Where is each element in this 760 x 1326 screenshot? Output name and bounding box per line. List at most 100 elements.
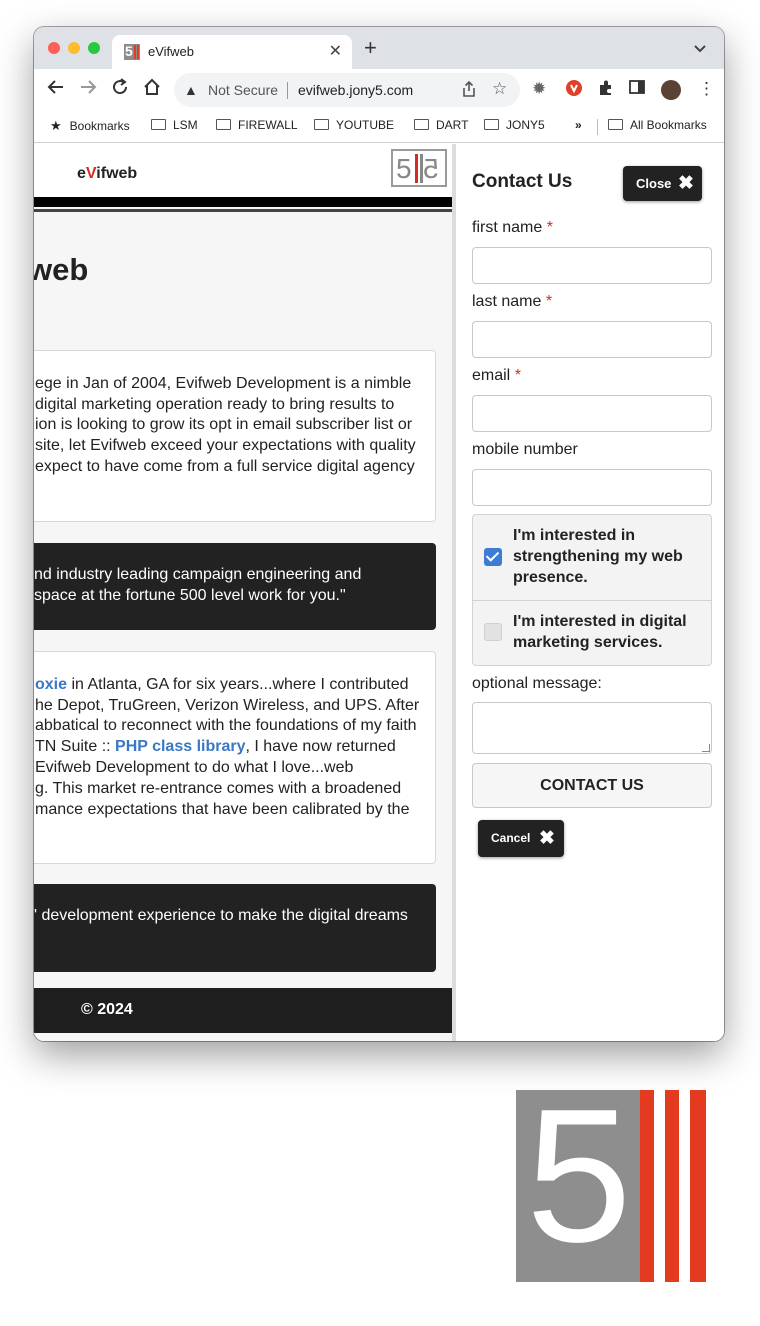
quote-line: space at the fortune 500 level work for … [34, 587, 346, 604]
address-bar[interactable]: ▲ Not Secure evifweb.jony5.com ☆ [174, 73, 520, 107]
bio-line: abbatical to reconnect with the foundati… [35, 717, 417, 734]
extension-adblock-icon[interactable] [565, 79, 583, 102]
intro-line: site, let Evifweb exceed your expectatio… [35, 437, 416, 454]
site-footer: © 2024 [34, 988, 452, 1033]
bio-link-moxie[interactable]: oxie [35, 676, 67, 693]
bookmark-folder-jony5[interactable]: JONY5 [484, 118, 545, 132]
tab-strip: 5 eVifweb ✕ + [34, 27, 724, 69]
tab-title: eVifweb [148, 44, 195, 59]
contact-us-submit-button[interactable]: CONTACT US [472, 763, 712, 808]
email-field[interactable] [472, 395, 712, 432]
close-tab-icon[interactable]: ✕ [329, 41, 342, 61]
web-presence-option[interactable]: I'm interested in strengthening my web p… [473, 515, 711, 600]
browser-window: 5 eVifweb ✕ + ▲ Not Secure evifweb.jony5… [34, 27, 724, 1041]
side-panel-icon[interactable] [629, 79, 645, 100]
share-icon[interactable] [462, 80, 476, 101]
email-label: email * [472, 367, 521, 384]
bio-card: oxie in Atlanta, GA for six years...wher… [34, 651, 436, 864]
star-icon: ★ [50, 118, 62, 133]
navigation-bar: ▲ Not Secure evifweb.jony5.com ☆ ✹ ⋮ [34, 69, 724, 111]
bio-line: TN Suite :: PHP class library, I have no… [35, 738, 396, 755]
last-name-label: last name * [472, 293, 553, 310]
bookmark-item-bookmarks[interactable]: ★ Bookmarks [50, 118, 130, 134]
tab-evifweb[interactable]: 5 eVifweb ✕ [112, 35, 352, 69]
logo-gap [654, 1090, 665, 1282]
close-icon: ✖ [678, 173, 694, 194]
security-label[interactable]: Not Secure [208, 82, 278, 98]
optional-message-label: optional message: [472, 675, 602, 692]
intro-card: ege in Jan of 2004, Evifweb Development … [34, 350, 436, 522]
close-window-button[interactable] [48, 42, 60, 54]
all-bookmarks-folder[interactable]: All Bookmarks [608, 118, 707, 132]
quote-banner: ' development experience to make the dig… [34, 884, 436, 972]
logo-gap [679, 1090, 690, 1282]
cancel-button[interactable]: Cancel ✖ [478, 820, 564, 857]
bookmark-star-icon[interactable]: ☆ [492, 79, 507, 99]
close-button[interactable]: Close ✖ [623, 166, 702, 201]
quote-line: ' development experience to make the dig… [34, 907, 408, 924]
extension-gear-icon[interactable]: ✹ [532, 79, 546, 99]
back-icon[interactable] [46, 77, 66, 103]
bio-line: g. This market re-entrance comes with a … [35, 780, 402, 797]
browser-menu-icon[interactable]: ⋮ [698, 79, 715, 99]
resize-handle-icon[interactable] [702, 744, 710, 752]
minimize-window-button[interactable] [68, 42, 80, 54]
first-name-label: first name * [472, 219, 553, 236]
warning-icon[interactable]: ▲ [184, 82, 198, 98]
bio-line: mance expectations that have been calibr… [35, 801, 410, 818]
intro-line: ion is looking to grow its opt in email … [35, 416, 413, 433]
web-presence-label[interactable]: I'm interested in strengthening my web p… [513, 525, 703, 588]
bookmarks-divider [597, 119, 598, 135]
bookmark-folder-dart[interactable]: DART [414, 118, 468, 132]
optional-message-field[interactable] [472, 702, 712, 754]
site-page: eVifweb 5 5 web ege in Jan of 2004, Evif… [34, 144, 452, 1041]
page-title: web [34, 252, 89, 287]
new-tab-button[interactable]: + [364, 37, 377, 59]
bio-line: Evifweb Development to do what I love...… [35, 759, 354, 776]
bookmark-folder-youtube[interactable]: YOUTUBE [314, 118, 394, 132]
bio-line: he Depot, TruGreen, Verizon Wireless, an… [35, 697, 420, 714]
tab-search-icon[interactable] [694, 40, 706, 56]
reload-icon[interactable] [110, 77, 130, 103]
mobile-number-field[interactable] [472, 469, 712, 506]
interest-checkbox-group: I'm interested in strengthening my web p… [472, 514, 712, 666]
php-class-library-link[interactable]: PHP class library [115, 738, 245, 755]
first-name-field[interactable] [472, 247, 712, 284]
mobile-number-label: mobile number [472, 441, 578, 458]
maximize-window-button[interactable] [88, 42, 100, 54]
digital-marketing-option[interactable]: I'm interested in digital marketing serv… [473, 601, 711, 665]
intro-line: expect to have come from a full service … [35, 458, 415, 475]
last-name-field[interactable] [472, 321, 712, 358]
extensions-puzzle-icon[interactable] [597, 79, 615, 102]
folder-icon [216, 119, 231, 130]
quote-line: nd industry leading campaign engineering… [34, 566, 362, 583]
url-text[interactable]: evifweb.jony5.com [298, 82, 413, 98]
folder-icon [314, 119, 329, 130]
bookmark-folder-lsm[interactable]: LSM [151, 118, 198, 132]
omnibox-divider [287, 82, 288, 99]
profile-avatar[interactable] [661, 80, 681, 100]
logo-red-bar [665, 1090, 679, 1282]
contact-panel: Contact Us Close ✖ first name * last nam… [452, 144, 724, 1041]
web-presence-checkbox[interactable] [484, 548, 502, 566]
copyright-text: © 2024 [81, 1001, 133, 1018]
digital-marketing-checkbox[interactable] [484, 623, 502, 641]
site-brand[interactable]: eVifweb [77, 165, 137, 183]
quote-banner: nd industry leading campaign engineering… [34, 543, 436, 630]
folder-icon [151, 119, 166, 130]
digital-marketing-label[interactable]: I'm interested in digital marketing serv… [513, 611, 703, 653]
header-divider-thick [34, 197, 452, 207]
folder-icon [484, 119, 499, 130]
folder-icon [414, 119, 429, 130]
header-logo[interactable]: 5 5 [391, 149, 447, 187]
home-icon[interactable] [142, 77, 162, 103]
bookmark-folder-firewall[interactable]: FIREWALL [216, 118, 298, 132]
bookmarks-bar: ★ Bookmarks LSM FIREWALL YOUTUBE DART JON… [34, 111, 724, 143]
intro-line: digital marketing operation ready to bri… [35, 396, 395, 413]
logo-red-bar [640, 1090, 654, 1282]
jony5-logo: 5 [516, 1076, 706, 1282]
bio-line: oxie in Atlanta, GA for six years...wher… [35, 676, 409, 693]
logo-red-bar [690, 1090, 706, 1282]
forward-icon[interactable] [78, 77, 98, 103]
more-bookmarks-button[interactable]: » [575, 118, 582, 132]
